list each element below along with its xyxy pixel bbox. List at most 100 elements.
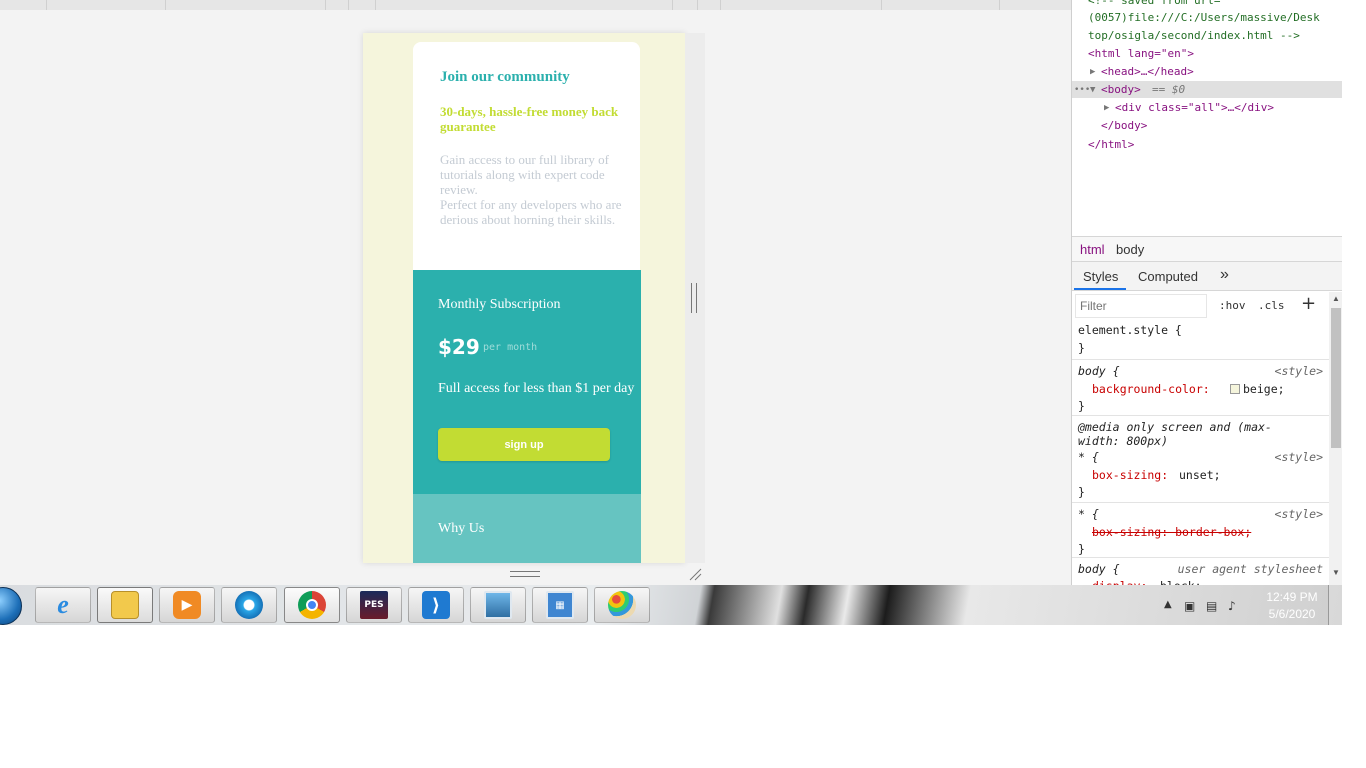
rule-close: } xyxy=(1078,485,1085,499)
pes-game-icon: PES xyxy=(360,591,388,619)
rule-source[interactable]: <style> xyxy=(1275,505,1323,523)
show-hidden-icons-icon[interactable]: ▲ xyxy=(1164,599,1178,613)
scroll-up-arrow-icon[interactable]: ▲ xyxy=(1332,294,1340,303)
usb-device-icon[interactable]: ▣ xyxy=(1184,599,1198,613)
elements-dom-tree: <!-- saved from url= (0057)file:///C:/Us… xyxy=(1072,0,1343,236)
photo-viewer-icon xyxy=(484,591,512,619)
styles-rules-list: element.style { } body { <style> backgro… xyxy=(1072,320,1329,585)
scroll-down-arrow-icon[interactable]: ▼ xyxy=(1332,568,1340,577)
tab-styles[interactable]: Styles xyxy=(1083,269,1118,284)
window-edge xyxy=(1342,0,1366,585)
taskbar-app-chrome[interactable] xyxy=(284,587,340,623)
ruler-tick xyxy=(348,0,349,10)
internet-explorer-icon: e xyxy=(57,590,69,619)
ruler-tick xyxy=(165,0,166,10)
clock-time[interactable]: 12:49 PM xyxy=(1262,590,1322,604)
taskbar-app-paint[interactable] xyxy=(594,587,650,623)
styles-filter-input[interactable] xyxy=(1075,294,1207,318)
taskbar-app-browser[interactable] xyxy=(221,587,277,623)
dom-comment-line: (0057)file:///C:/Users/massive/Desk xyxy=(1088,11,1320,24)
ruler-tick xyxy=(697,0,698,10)
expand-triangle-icon[interactable]: ▶ xyxy=(1104,99,1109,117)
control-panel-icon: ▦ xyxy=(546,591,574,619)
taskbar-app-control-panel[interactable]: ▦ xyxy=(532,587,588,623)
dom-selected-marker: == $0 xyxy=(1152,83,1186,96)
resize-corner-icon[interactable] xyxy=(688,567,702,581)
rule-source[interactable]: <style> xyxy=(1275,362,1323,380)
style-rule-user-agent: body { user agent stylesheet display: bl… xyxy=(1072,559,1329,585)
more-dots-icon[interactable]: ••• xyxy=(1074,81,1090,99)
overridden-declaration[interactable]: box-sizing: border-box; xyxy=(1092,523,1251,541)
color-swatch-icon[interactable] xyxy=(1230,384,1240,394)
rule-property[interactable]: background-color: xyxy=(1092,380,1210,398)
dom-div-all-node[interactable]: <div class="all">…</div> xyxy=(1115,99,1274,117)
dom-comment-line: top/osigla/second/index.html --> xyxy=(1088,29,1300,42)
why-us-title: Why Us xyxy=(438,521,485,536)
clock-date[interactable]: 5/6/2020 xyxy=(1262,607,1322,621)
expand-triangle-icon[interactable]: ▶ xyxy=(1090,63,1095,81)
chrome-icon xyxy=(298,591,326,619)
taskbar-app-vscode[interactable]: ⟩ xyxy=(408,587,464,623)
rule-source: user agent stylesheet xyxy=(1177,562,1323,576)
dom-html-node[interactable]: <html lang="en"> xyxy=(1088,45,1194,63)
more-tabs-icon[interactable]: » xyxy=(1220,266,1229,284)
browser-blue-icon xyxy=(235,591,263,619)
style-rule-body: body { <style> background-color: beige; … xyxy=(1072,361,1329,416)
system-tray: ▲ ▣ ▤ ♪ xyxy=(1160,591,1260,621)
resize-grip-vertical-icon[interactable] xyxy=(691,283,697,313)
network-icon[interactable]: ▤ xyxy=(1206,599,1220,613)
rule-selector[interactable]: * { xyxy=(1078,505,1099,523)
resize-grip-horizontal-icon[interactable] xyxy=(510,571,540,577)
dom-body-node[interactable]: <body> xyxy=(1101,81,1141,99)
scrollbar-thumb[interactable] xyxy=(1331,308,1341,448)
style-rule-media: @media only screen and (max- width: 800p… xyxy=(1072,417,1329,503)
active-tab-indicator xyxy=(1074,288,1126,290)
ruler-tick xyxy=(881,0,882,10)
screen: Join our community 30-days, hassle-free … xyxy=(0,0,1366,768)
taskbar-app-photo-viewer[interactable] xyxy=(470,587,526,623)
description-paragraph-1: Gain access to our full library of tutor… xyxy=(440,152,609,197)
volume-icon[interactable]: ♪ xyxy=(1228,599,1242,613)
file-manager-icon xyxy=(111,591,139,619)
taskbar-app-pes-game[interactable]: PES xyxy=(346,587,402,623)
sign-up-button[interactable]: sign up xyxy=(438,428,610,461)
rule-close: } xyxy=(1078,542,1085,556)
breadcrumb-html[interactable]: html xyxy=(1080,242,1105,257)
ruler-tick xyxy=(999,0,1000,10)
rule-value[interactable]: unset; xyxy=(1179,466,1221,484)
dom-head-node[interactable]: <head>…</head> xyxy=(1101,63,1194,81)
taskbar-app-media-player[interactable]: ▶ xyxy=(159,587,215,623)
style-rule-element: element.style { } xyxy=(1072,320,1329,360)
rule-selector[interactable]: body { xyxy=(1078,560,1120,578)
collapse-triangle-icon[interactable]: ▼ xyxy=(1090,81,1095,99)
rule-selector[interactable]: * { xyxy=(1078,448,1099,466)
rule-selector[interactable]: element.style { xyxy=(1078,321,1182,339)
tab-computed[interactable]: Computed xyxy=(1138,269,1198,284)
class-toggle[interactable]: .cls xyxy=(1258,299,1285,312)
rule-selector[interactable]: body { xyxy=(1078,362,1120,380)
rule-close: } xyxy=(1078,399,1085,413)
taskbar-app-file-manager[interactable] xyxy=(97,587,153,623)
ruler-tick xyxy=(720,0,721,10)
rule-value[interactable]: beige; xyxy=(1243,380,1285,398)
styles-scrollbar[interactable]: ▲ ▼ xyxy=(1329,292,1343,585)
rule-source[interactable]: <style> xyxy=(1275,448,1323,466)
show-desktop-button[interactable] xyxy=(1328,585,1342,625)
hover-state-toggle[interactable]: :hov xyxy=(1219,299,1246,312)
styles-filter-bar: :hov .cls + xyxy=(1072,292,1343,320)
emulated-device-page: Join our community 30-days, hassle-free … xyxy=(363,33,685,563)
new-rule-plus-icon[interactable]: + xyxy=(1301,293,1316,314)
taskbar-app-internet-explorer[interactable]: e xyxy=(35,587,91,623)
media-player-icon: ▶ xyxy=(173,591,201,619)
description-paragraph-2: Perfect for any developers who are derio… xyxy=(440,197,622,227)
price-amount: $29 xyxy=(438,335,480,359)
ruler-tick xyxy=(325,0,326,10)
breadcrumb: html body xyxy=(1072,236,1343,262)
breadcrumb-body[interactable]: body xyxy=(1116,242,1144,257)
style-rule-universal: * { <style> box-sizing: border-box; } xyxy=(1072,504,1329,558)
dom-html-close: </html> xyxy=(1088,138,1135,151)
paint-icon xyxy=(608,591,636,619)
taskbar: e ▶ PES ⟩ ▦ xyxy=(0,585,1342,625)
rule-property[interactable]: box-sizing: xyxy=(1092,466,1168,484)
ruler-tick xyxy=(672,0,673,10)
